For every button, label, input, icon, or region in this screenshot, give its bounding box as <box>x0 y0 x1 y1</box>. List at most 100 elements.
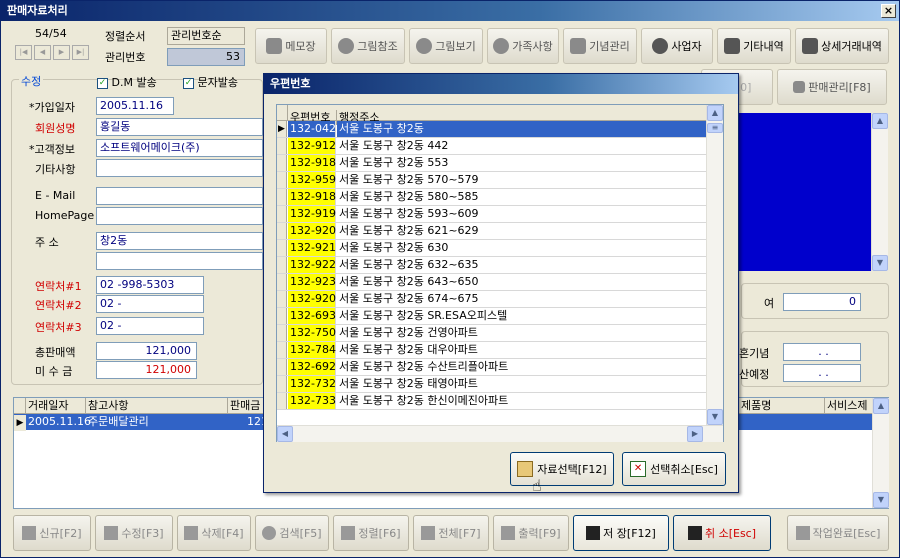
unpaid-field[interactable]: 121,000 <box>96 361 197 379</box>
new-label: 신규[F2] <box>39 527 82 540</box>
list-item[interactable]: 132-692 서울 도봉구 창2동 수산트리플아파트 <box>277 359 707 376</box>
grid-col-amount[interactable]: 판매금 <box>228 398 268 414</box>
memo-button[interactable]: 메모장 <box>255 28 327 64</box>
address-field-1[interactable]: 창2동 <box>96 232 263 250</box>
row-indicator <box>277 155 287 171</box>
list-item[interactable]: 132-693 서울 도봉구 창2동 SR.ESA오피스텔 <box>277 308 707 325</box>
grid-scrollbar[interactable]: ▲ ▼ <box>872 398 889 508</box>
sort-button[interactable]: 정렬[F6] <box>333 515 409 551</box>
first-record-button[interactable]: |◀ <box>15 45 32 60</box>
print-button[interactable]: 출력[F9] <box>493 515 569 551</box>
select-data-button[interactable]: 자료선택[F12] <box>510 452 614 486</box>
other-history-button[interactable]: 기타내역 <box>717 28 791 64</box>
new-button[interactable]: 신규[F2] <box>13 515 91 551</box>
family-icon <box>493 38 510 54</box>
scroll-down-icon[interactable]: ▼ <box>872 255 888 271</box>
name-field[interactable]: 홍길동 <box>96 118 263 136</box>
scroll-up-icon[interactable]: ▲ <box>872 113 888 129</box>
search-icon <box>262 526 277 540</box>
sort-button-label: 정렬[F6] <box>358 527 401 540</box>
window-titlebar: 판매자료처리 × <box>1 1 899 21</box>
detail-history-button[interactable]: 상세거래내역 <box>795 28 889 64</box>
email-field[interactable] <box>96 187 263 205</box>
grid-scroll-up-icon[interactable]: ▲ <box>873 398 889 414</box>
list-scroll-left-icon[interactable]: ◀ <box>277 426 293 442</box>
done-button[interactable]: 작업완료[Esc] <box>787 515 889 551</box>
address-field-2[interactable] <box>96 252 263 270</box>
list-scroll-up-icon[interactable]: ▲ <box>707 105 723 121</box>
list-item[interactable]: 132-920 서울 도봉구 창2동 674~675 <box>277 291 707 308</box>
sort-order-field[interactable]: 관리번호순 <box>167 27 245 45</box>
contact2-field[interactable]: 02 - <box>96 295 204 313</box>
grid-scroll-down-icon[interactable]: ▼ <box>873 492 889 508</box>
list-item[interactable]: 132-784 서울 도봉구 창2동 대우아파트 <box>277 342 707 359</box>
grid-col-service[interactable]: 서비스제 <box>825 398 873 414</box>
sales-mgmt-button[interactable]: 판매관리[F8] <box>777 69 887 105</box>
edit-button[interactable]: 수정[F3] <box>95 515 173 551</box>
list-item[interactable]: 132-920 서울 도봉구 창2동 621~629 <box>277 223 707 240</box>
list-item[interactable]: 132-959 서울 도봉구 창2동 570~579 <box>277 172 707 189</box>
customer-info-field[interactable]: 소프트웨어메이크(주) <box>96 139 263 157</box>
yeo-field[interactable]: 0 <box>783 293 861 311</box>
next-record-button[interactable]: ▶ <box>53 45 70 60</box>
sms-checkbox[interactable]: ✓ 문자발송 <box>183 74 238 90</box>
list-scrollbar-v[interactable]: ▲ ≡ ▼ <box>706 105 723 425</box>
other-history-label: 기타내역 <box>743 40 784 53</box>
person-icon <box>338 38 355 54</box>
grid-col-product[interactable]: 제품명 <box>739 398 825 414</box>
cancel-selection-button[interactable]: ✕ 선택취소[Esc] <box>622 452 726 486</box>
list-item[interactable]: ▶ 132-042 서울 도봉구 창2동 <box>277 121 707 138</box>
other-field[interactable] <box>96 159 263 177</box>
business-button[interactable]: 사업자 <box>641 28 713 64</box>
list-item[interactable]: 132-750 서울 도봉구 창2동 건영아파트 <box>277 325 707 342</box>
picture-view-button[interactable]: 그림보기 <box>409 28 483 64</box>
close-icon[interactable]: × <box>881 4 896 18</box>
list-item[interactable]: 132-921 서울 도봉구 창2동 630 <box>277 240 707 257</box>
grid-col-date[interactable]: 거래일자 <box>26 398 86 414</box>
prev-record-button[interactable]: ◀ <box>34 45 51 60</box>
print-label: 출력[F9] <box>518 527 561 540</box>
family-button[interactable]: 가족사항 <box>487 28 559 64</box>
total-sales-field[interactable]: 121,000 <box>96 342 197 360</box>
list-item[interactable]: 132-923 서울 도봉구 창2동 643~650 <box>277 274 707 291</box>
sms-check-icon: ✓ <box>183 77 194 89</box>
list-scroll-down-icon[interactable]: ▼ <box>707 409 723 425</box>
birth-field[interactable]: . . <box>783 364 861 382</box>
list-item[interactable]: 132-919 서울 도봉구 창2동 593~609 <box>277 206 707 223</box>
wedding-field[interactable]: . . <box>783 343 861 361</box>
address-cell: 서울 도봉구 창2동 442 <box>339 139 449 152</box>
list-item[interactable]: 132-918 서울 도봉구 창2동 553 <box>277 155 707 172</box>
list-item[interactable]: 132-733 서울 도봉구 창2동 한신이메진아파트 <box>277 393 707 410</box>
list-scroll-thumb[interactable]: ≡ <box>707 123 723 133</box>
address-cell: 서울 도봉구 창2동 580~585 <box>339 190 479 203</box>
list-item[interactable]: 132-922 서울 도봉구 창2동 632~635 <box>277 257 707 274</box>
contact1-field[interactable]: 02 -998-5303 <box>96 276 204 294</box>
picture-ref-button[interactable]: 그림참조 <box>331 28 405 64</box>
bottle-icon <box>570 38 587 54</box>
all-button[interactable]: 전체[F7] <box>413 515 489 551</box>
floppy-icon <box>586 526 601 540</box>
list-item[interactable]: 132-918 서울 도봉구 창2동 580~585 <box>277 189 707 206</box>
homepage-field[interactable] <box>96 207 263 225</box>
row-indicator <box>277 376 287 392</box>
grid-col-note[interactable]: 참고사항 <box>86 398 228 414</box>
last-record-button[interactable]: ▶| <box>72 45 89 60</box>
mgmt-number-field[interactable]: 53 <box>167 48 245 66</box>
search-button[interactable]: 검색[F5] <box>255 515 329 551</box>
address-cell: 서울 도봉구 창2동 630 <box>339 241 449 254</box>
contact3-field[interactable]: 02 - <box>96 317 204 335</box>
list-scrollbar-h[interactable]: ◀ ▶ <box>277 425 723 442</box>
zipcode-cell: 132-733 <box>288 393 336 409</box>
list-scroll-right-icon[interactable]: ▶ <box>687 426 703 442</box>
list-item[interactable]: 132-912 서울 도봉구 창2동 442 <box>277 138 707 155</box>
blue-panel-scrollbar[interactable]: ▲ ▼ <box>871 113 888 271</box>
save-button[interactable]: 저 장[F12] <box>573 515 669 551</box>
business-label: 사업자 <box>671 40 702 53</box>
zipcode-cell: 132-042 <box>288 121 336 137</box>
anniversary-button[interactable]: 기념관리 <box>563 28 637 64</box>
dm-checkbox[interactable]: ✓ D.M 발송 <box>97 74 157 90</box>
list-item[interactable]: 132-732 서울 도봉구 창2동 태영아파트 <box>277 376 707 393</box>
join-date-field[interactable]: 2005.11.16 <box>96 97 174 115</box>
cancel-button[interactable]: 취 소[Esc] <box>673 515 771 551</box>
delete-button[interactable]: 삭제[F4] <box>177 515 251 551</box>
